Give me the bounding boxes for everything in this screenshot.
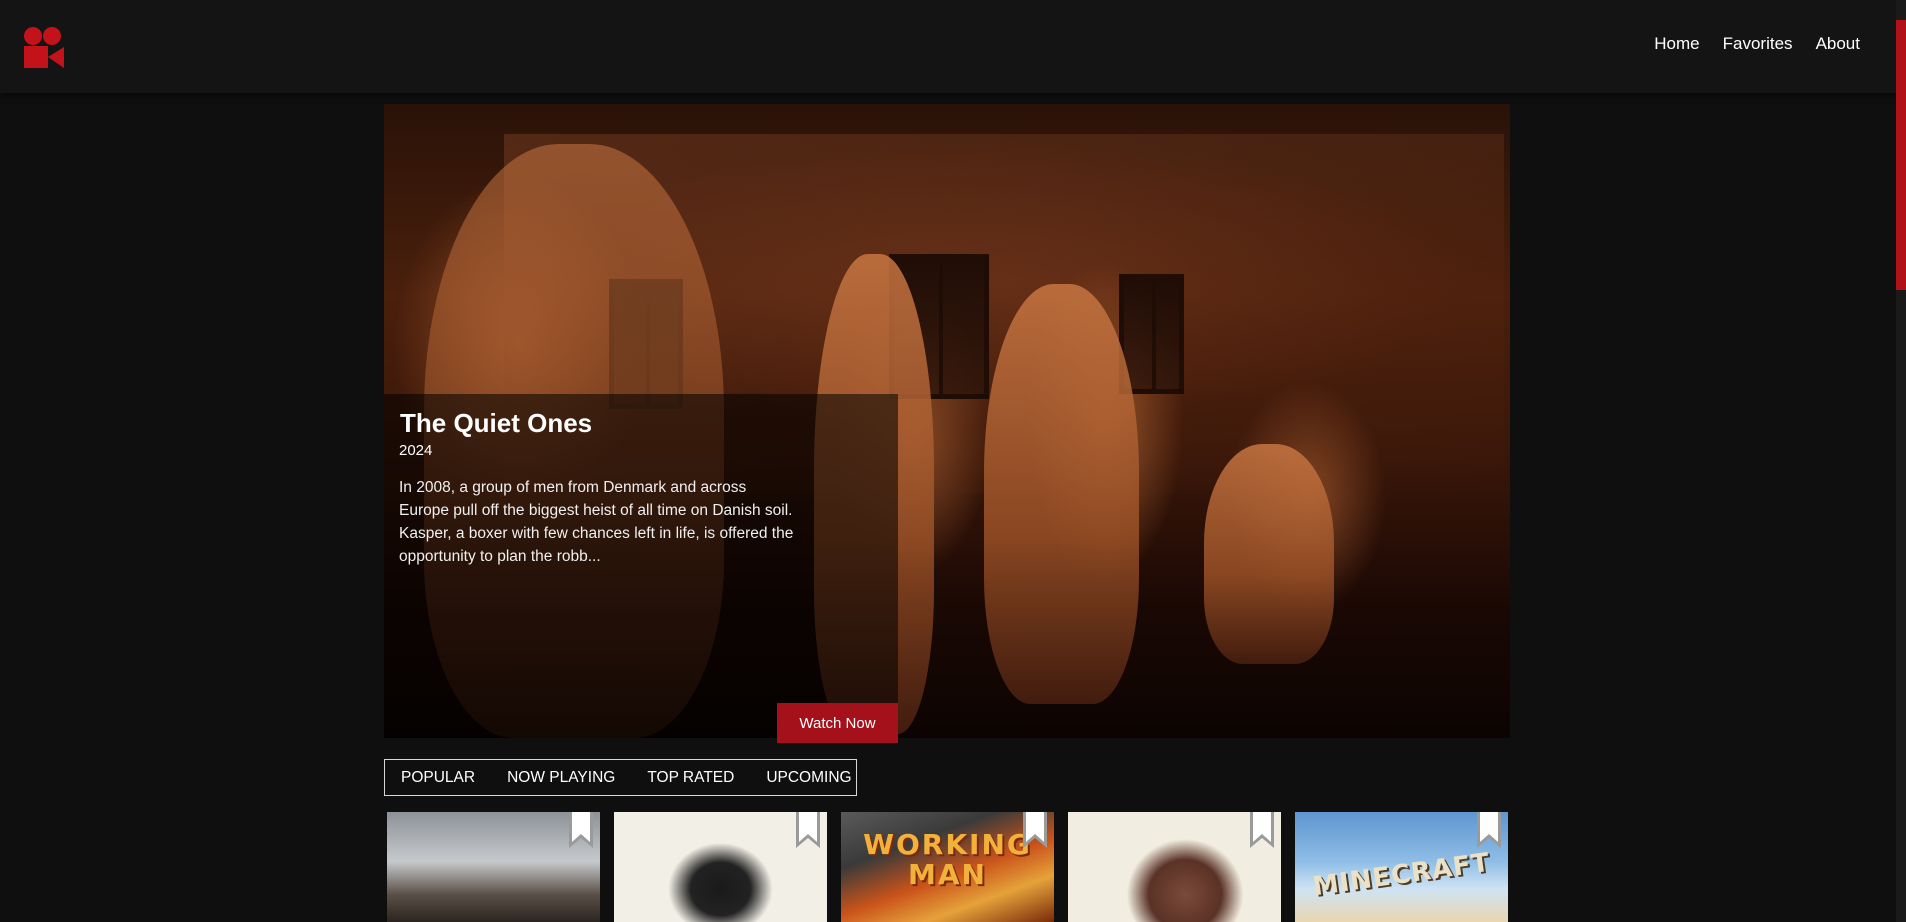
movie-card-row: WORKING MAN MINECRAFT (387, 812, 1508, 922)
nav-home-link[interactable]: Home (1654, 34, 1699, 54)
movie-card[interactable]: WORKING MAN (841, 812, 1054, 922)
film-camera-icon[interactable] (22, 26, 66, 70)
movie-card[interactable]: MINECRAFT (1295, 812, 1508, 922)
backdrop-figure (984, 284, 1139, 704)
page-scrollbar[interactable] (1896, 0, 1906, 922)
tab-upcoming[interactable]: UPCOMING (766, 769, 851, 787)
bookmark-icon[interactable] (1023, 812, 1047, 848)
bookmark-icon[interactable] (569, 812, 593, 848)
top-navbar: Home Favorites About (0, 0, 1906, 93)
nav-about-link[interactable]: About (1816, 34, 1860, 54)
featured-movie-hero: The Quiet Ones 2024 In 2008, a group of … (384, 104, 1510, 738)
movie-card[interactable] (614, 812, 827, 922)
movie-card[interactable] (387, 812, 600, 922)
category-tabs: POPULAR NOW PLAYING TOP RATED UPCOMING (384, 759, 857, 796)
tab-popular[interactable]: POPULAR (401, 769, 475, 787)
bookmark-icon[interactable] (796, 812, 820, 848)
tab-top-rated[interactable]: TOP RATED (647, 769, 734, 787)
featured-description: In 2008, a group of men from Denmark and… (399, 479, 794, 565)
bookmark-icon[interactable] (1250, 812, 1274, 848)
featured-year: 2024 (399, 442, 433, 459)
bookmark-icon[interactable] (1477, 812, 1501, 848)
scrollbar-thumb[interactable] (1896, 20, 1906, 290)
movie-card[interactable] (1068, 812, 1281, 922)
featured-title: The Quiet Ones (400, 408, 593, 438)
tab-now-playing[interactable]: NOW PLAYING (507, 769, 615, 787)
nav-favorites-link[interactable]: Favorites (1723, 34, 1793, 54)
backdrop-figure (1204, 444, 1334, 664)
main-nav: Home Favorites About (1654, 34, 1860, 54)
watch-now-button[interactable]: Watch Now (777, 703, 898, 743)
